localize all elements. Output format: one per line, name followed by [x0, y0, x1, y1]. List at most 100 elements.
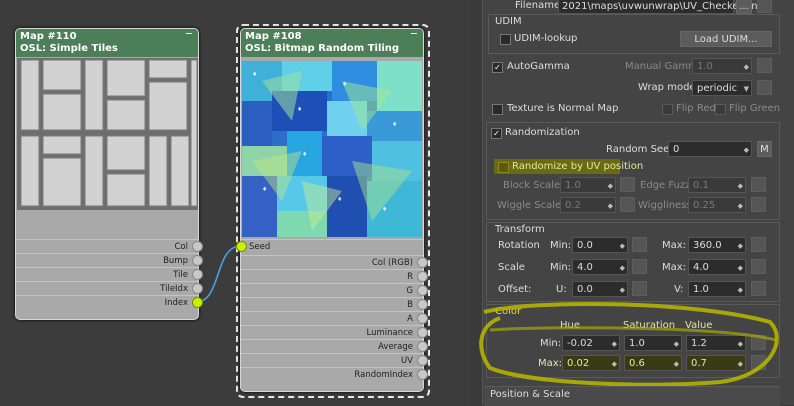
panel-divider	[470, 0, 483, 405]
block-scale-map-button[interactable]	[620, 177, 635, 192]
filename-label: Filename:	[515, 0, 564, 11]
normal-map-label: Texture is Normal Map	[507, 103, 619, 114]
load-udim-button[interactable]: Load UDIM...	[680, 31, 772, 47]
manual-gamma-spinner[interactable]: 1.0 ◆	[692, 58, 752, 74]
color-min-map-button[interactable]	[751, 335, 766, 350]
chevron-down-icon: ▼	[743, 85, 749, 93]
svg-text:♦: ♦	[302, 151, 307, 158]
output-r: R	[241, 269, 423, 284]
socket-col[interactable]	[192, 241, 203, 252]
wrap-mode-map-button[interactable]	[757, 80, 772, 95]
flip-green-checkbox[interactable]	[715, 104, 726, 115]
filename-map-button[interactable]	[757, 0, 772, 13]
output-b: B	[241, 297, 423, 312]
randomization-checkbox[interactable]: ✓	[491, 128, 502, 139]
parameter-panel: Filename: 2021\maps\uvwunwrap\UV_Checker…	[470, 0, 794, 406]
wiggliness-label: Wiggliness:	[638, 200, 695, 211]
bitmap-preview: ♦ ♦ ♦ ♦ ♦ ♦ ♦ ♦	[242, 61, 422, 237]
output-tileidx: TileIdx	[16, 281, 198, 296]
edge-fuzz-spinner[interactable]: 0.1 ◆	[688, 177, 746, 193]
socket-average[interactable]	[417, 341, 428, 352]
socket-g[interactable]	[417, 285, 428, 296]
scale-min-map-button[interactable]	[632, 259, 647, 274]
by-uv-label: Randomize by UV position	[512, 161, 644, 172]
node-simple-tiles[interactable]: Map #110 OSL: Simple Tiles ─ Col Bump Ti…	[15, 28, 203, 320]
scale-max-spinner[interactable]: 4.0 ◆	[688, 259, 746, 275]
node-header[interactable]: Map #108 OSL: Bitmap Random Tiling ─	[241, 29, 423, 57]
max-val-spinner[interactable]: 0.7 ◆	[686, 355, 746, 371]
output-col-rgb: Col (RGB)	[241, 255, 423, 270]
node-header[interactable]: Map #110 OSL: Simple Tiles ─	[16, 29, 198, 57]
socket-randomindex[interactable]	[417, 369, 428, 380]
block-scale-label: Block Scale:	[503, 180, 564, 191]
position-scale-title: Position & Scale	[490, 389, 570, 400]
rotation-max-spinner[interactable]: 360.0 ◆	[688, 237, 746, 253]
socket-a[interactable]	[417, 313, 428, 324]
svg-text:♦: ♦	[262, 186, 267, 193]
svg-text:♦: ♦	[382, 206, 387, 213]
offset-v-map-button[interactable]	[751, 281, 766, 296]
svg-text:♦: ♦	[392, 121, 397, 128]
normal-map-checkbox[interactable]	[492, 104, 503, 115]
scale-max-map-button[interactable]	[751, 259, 766, 274]
udim-lookup-checkbox[interactable]	[500, 34, 511, 45]
socket-r[interactable]	[417, 271, 428, 282]
socket-luminance[interactable]	[417, 327, 428, 338]
wiggle-scale-map-button[interactable]	[620, 197, 635, 212]
input-seed: Seed	[241, 239, 423, 254]
wiggliness-map-button[interactable]	[751, 197, 766, 212]
min-val-spinner[interactable]: 1.2 ◆	[686, 335, 746, 351]
node-bitmap-random-tiling[interactable]: Map #108 OSL: Bitmap Random Tiling ─ ♦ ♦…	[236, 28, 428, 392]
offset-u-map-button[interactable]	[632, 281, 647, 296]
filename-field[interactable]: 2021\maps\uvwunwrap\UV_Checker.png	[558, 0, 764, 14]
random-seed-spinner[interactable]: 0 ◆	[668, 141, 752, 157]
offset-label: Offset:	[498, 284, 532, 295]
edge-fuzz-map-button[interactable]	[751, 177, 766, 192]
max-hue-spinner[interactable]: 0.02 ◆	[562, 355, 620, 371]
min-hue-spinner[interactable]: -0.02 ◆	[562, 335, 620, 351]
minimize-icon[interactable]: ─	[186, 29, 192, 41]
rotation-label: Rotation	[498, 240, 540, 251]
block-scale-spinner[interactable]: 1.0 ◆	[560, 177, 616, 193]
autogamma-checkbox[interactable]: ✓	[492, 62, 503, 73]
browse-button[interactable]: ...	[736, 0, 752, 14]
output-g: G	[241, 283, 423, 298]
socket-seed[interactable]	[236, 241, 247, 252]
rotation-min-map-button[interactable]	[632, 237, 647, 252]
node-subtitle: OSL: Simple Tiles	[20, 43, 118, 54]
output-a: A	[241, 311, 423, 326]
flip-red-checkbox[interactable]	[662, 104, 673, 115]
socket-col-rgb[interactable]	[417, 257, 428, 268]
wiggle-scale-label: Wiggle Scale:	[497, 200, 565, 211]
flip-red-label: Flip Red	[676, 103, 716, 114]
rotation-min-spinner[interactable]: 0.0 ◆	[572, 237, 628, 253]
socket-bump[interactable]	[192, 255, 203, 266]
offset-v-spinner[interactable]: 1.0 ◆	[688, 281, 746, 297]
node-subtitle: OSL: Bitmap Random Tiling	[245, 43, 400, 54]
scale-label: Scale	[498, 262, 525, 273]
socket-b[interactable]	[417, 299, 428, 310]
rotation-max-map-button[interactable]	[751, 237, 766, 252]
color-max-map-button[interactable]	[751, 355, 766, 370]
wiggle-scale-spinner[interactable]: 0.2 ◆	[560, 197, 616, 213]
min-sat-spinner[interactable]: 1.0 ◆	[624, 335, 682, 351]
socket-tileidx[interactable]	[192, 283, 203, 294]
scale-min-label: Min:	[550, 262, 572, 273]
node-graph[interactable]: Map #110 OSL: Simple Tiles ─ Col Bump Ti…	[0, 0, 470, 405]
by-uv-checkbox[interactable]	[498, 162, 509, 173]
m-button[interactable]: M	[757, 141, 772, 157]
randomization-title: Randomization	[505, 127, 580, 138]
manual-gamma-map-button[interactable]	[757, 58, 772, 73]
socket-tile[interactable]	[192, 269, 203, 280]
scale-min-spinner[interactable]: 4.0 ◆	[572, 259, 628, 275]
minimize-icon[interactable]: ─	[411, 29, 417, 41]
offset-u-spinner[interactable]: 0.0 ◆	[572, 281, 628, 297]
wrap-mode-dropdown[interactable]: periodic ▼	[692, 80, 752, 96]
svg-text:♦: ♦	[252, 71, 257, 78]
max-sat-spinner[interactable]: 0.6 ◆	[624, 355, 682, 371]
value-label: Value	[685, 320, 713, 331]
svg-text:♦: ♦	[342, 81, 347, 88]
socket-uv[interactable]	[417, 355, 428, 366]
wiggliness-spinner[interactable]: 0.25 ◆	[688, 197, 746, 213]
socket-index[interactable]	[192, 297, 203, 308]
